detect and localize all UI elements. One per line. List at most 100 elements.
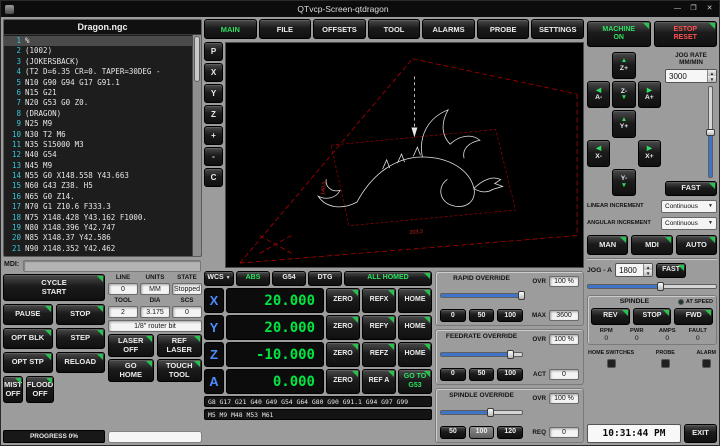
- tab-offsets[interactable]: OFFSETS: [313, 19, 366, 39]
- g54-display-button[interactable]: G54: [272, 271, 306, 286]
- home-z-button[interactable]: HOME: [398, 342, 432, 367]
- zero-a-button[interactable]: ZERO: [326, 369, 360, 394]
- abs-display-button[interactable]: ABS: [236, 271, 270, 286]
- gcode-line[interactable]: 6N15 G21: [4, 88, 192, 98]
- tab-settings[interactable]: SETTINGS: [531, 19, 584, 39]
- gcode-scrollbar-thumb[interactable]: [194, 36, 200, 82]
- mdi-input[interactable]: [23, 260, 201, 272]
- slider-handle[interactable]: [507, 350, 514, 359]
- jog-a-plus-button[interactable]: ▶A+: [638, 81, 661, 108]
- spin-down-icon[interactable]: ▼: [644, 270, 652, 276]
- zoom-out-button[interactable]: -: [204, 147, 223, 166]
- gcode-line[interactable]: 20N85 X148.37 Y42.586: [4, 233, 192, 243]
- jog-y-plus-button[interactable]: ▲Y+: [612, 110, 635, 137]
- reload-button[interactable]: RELOAD: [56, 352, 106, 373]
- ref-z-button[interactable]: REFZ: [362, 342, 396, 367]
- tab-alarms[interactable]: ALARMS: [422, 19, 475, 39]
- spindle-reverse-button[interactable]: REV: [591, 308, 630, 325]
- jog-y-minus-button[interactable]: Y-▼: [612, 169, 635, 196]
- rapid-override-slider[interactable]: [440, 291, 523, 300]
- all-homed-button[interactable]: ALL HOMED: [344, 271, 432, 286]
- jog-x-plus-button[interactable]: ▶X+: [638, 140, 661, 167]
- view-perspective-button[interactable]: P: [204, 42, 223, 61]
- tab-probe[interactable]: PROBE: [477, 19, 530, 39]
- ref-y-button[interactable]: REFY: [362, 315, 396, 340]
- spindle-override-50-button[interactable]: 50: [440, 426, 466, 439]
- jog-fast-button[interactable]: FAST: [665, 181, 717, 196]
- pause-button[interactable]: PAUSE: [3, 304, 53, 325]
- laser-button[interactable]: LASER OFF: [108, 334, 154, 357]
- spindle-override-120-button[interactable]: 120: [497, 426, 523, 439]
- maximize-button[interactable]: ❐: [688, 3, 699, 15]
- spin-down-icon[interactable]: ▼: [708, 76, 716, 82]
- mode-auto-button[interactable]: AUTO: [676, 235, 717, 255]
- feedrate-override-50-button[interactable]: 50: [469, 368, 495, 381]
- gcode-line[interactable]: 16N65 G0 Z14.: [4, 192, 192, 202]
- tab-main[interactable]: MAIN: [204, 19, 257, 39]
- clear-plot-button[interactable]: C: [204, 168, 223, 187]
- view-z-button[interactable]: Z: [204, 105, 223, 124]
- gcode-line[interactable]: 18N75 X148.428 Y43.162 F1000.: [4, 213, 192, 223]
- home-y-button[interactable]: HOME: [398, 315, 432, 340]
- feedrate-override-slider[interactable]: [440, 350, 523, 359]
- gcode-line[interactable]: 17N70 G1 Z10.6 F333.3: [4, 202, 192, 212]
- gcode-scrollbar[interactable]: [192, 35, 201, 256]
- preview-3d-canvas[interactable]: 203.2 140.0: [225, 42, 584, 268]
- slider-handle[interactable]: [706, 129, 715, 136]
- gcode-line[interactable]: 21N90 X148.352 Y42.462: [4, 244, 192, 254]
- gcode-line[interactable]: 12N40 G54: [4, 150, 192, 160]
- spindle-forward-button[interactable]: FWD: [674, 308, 713, 325]
- exit-button[interactable]: EXIT: [684, 424, 717, 443]
- ref-laser-button[interactable]: REF LASER: [157, 334, 203, 357]
- machine-on-button[interactable]: MACHINE ON: [587, 21, 651, 47]
- gcode-line[interactable]: 1%: [4, 36, 192, 46]
- gcode-line[interactable]: 7N20 G53 G0 Z0.: [4, 98, 192, 108]
- zero-y-button[interactable]: ZERO: [326, 315, 360, 340]
- jog-z-plus-button[interactable]: ▲Z+: [612, 52, 635, 79]
- tab-tool[interactable]: TOOL: [368, 19, 421, 39]
- zero-x-button[interactable]: ZERO: [326, 288, 360, 313]
- gcode-line[interactable]: 4(T2 D=6.35 CR=0. TAPER=30DEG -: [4, 67, 192, 77]
- optional-block-button[interactable]: OPT BLK: [3, 328, 53, 349]
- view-x-button[interactable]: X: [204, 63, 223, 82]
- jog-a-rate-spinbox[interactable]: 1800 ▲ ▼: [615, 263, 653, 277]
- tab-file[interactable]: FILE: [259, 19, 312, 39]
- gcode-line[interactable]: 14N55 G0 X148.558 Y43.663: [4, 171, 192, 181]
- gcode-line[interactable]: 3(JOKERSBACK): [4, 57, 192, 67]
- gcode-line[interactable]: 9N25 M9: [4, 119, 192, 129]
- jog-x-minus-button[interactable]: ◀X-: [587, 140, 610, 167]
- zero-z-button[interactable]: ZERO: [326, 342, 360, 367]
- home-x-button[interactable]: HOME: [398, 288, 432, 313]
- gcode-line[interactable]: 11N35 S15000 M3: [4, 140, 192, 150]
- stop-button[interactable]: STOP: [56, 304, 106, 325]
- flood-button[interactable]: FLOOD OFF: [26, 376, 54, 403]
- gcode-line[interactable]: 10N30 T2 M6: [4, 130, 192, 140]
- slider-handle[interactable]: [487, 408, 494, 417]
- estop-reset-button[interactable]: ESTOP RESET: [654, 21, 718, 47]
- optional-stop-button[interactable]: OPT STP: [3, 352, 53, 373]
- slider-handle[interactable]: [657, 282, 664, 291]
- spindle-stop-button[interactable]: STOP: [633, 308, 672, 325]
- rapid-override-50-button[interactable]: 50: [469, 309, 495, 322]
- gcode-line[interactable]: 2(1002): [4, 46, 192, 56]
- step-button[interactable]: STEP: [56, 328, 106, 349]
- rapid-override-100-button[interactable]: 100: [497, 309, 523, 322]
- slider-handle[interactable]: [518, 291, 525, 300]
- gcode-line[interactable]: 8(DRAGON): [4, 109, 192, 119]
- dtg-display-button[interactable]: DTG: [308, 271, 342, 286]
- jog-z-minus-button[interactable]: Z-▼: [612, 81, 635, 108]
- feedrate-override-0-button[interactable]: 0: [440, 368, 466, 381]
- wcs-selector[interactable]: WCS ▼: [204, 271, 234, 286]
- mist-button[interactable]: MIST OFF: [3, 376, 23, 403]
- gcode-line[interactable]: 15N60 G43 Z38. H5: [4, 181, 192, 191]
- cycle-start-button[interactable]: CYCLE START: [3, 274, 105, 301]
- angular-increment-select[interactable]: Continuous ▼: [661, 217, 717, 230]
- gcode-listing[interactable]: 1% 2(1002) 3(JOKERSBACK) 4(T2 D=6.35 CR=…: [4, 35, 192, 256]
- spindle-override-slider[interactable]: [440, 408, 523, 417]
- minimize-button[interactable]: —: [672, 3, 683, 15]
- linear-increment-select[interactable]: Continuous ▼: [661, 200, 717, 213]
- ref-a-button[interactable]: REF A: [362, 369, 396, 394]
- close-button[interactable]: ✕: [704, 3, 715, 15]
- ref-x-button[interactable]: REFX: [362, 288, 396, 313]
- view-y-button[interactable]: Y: [204, 84, 223, 103]
